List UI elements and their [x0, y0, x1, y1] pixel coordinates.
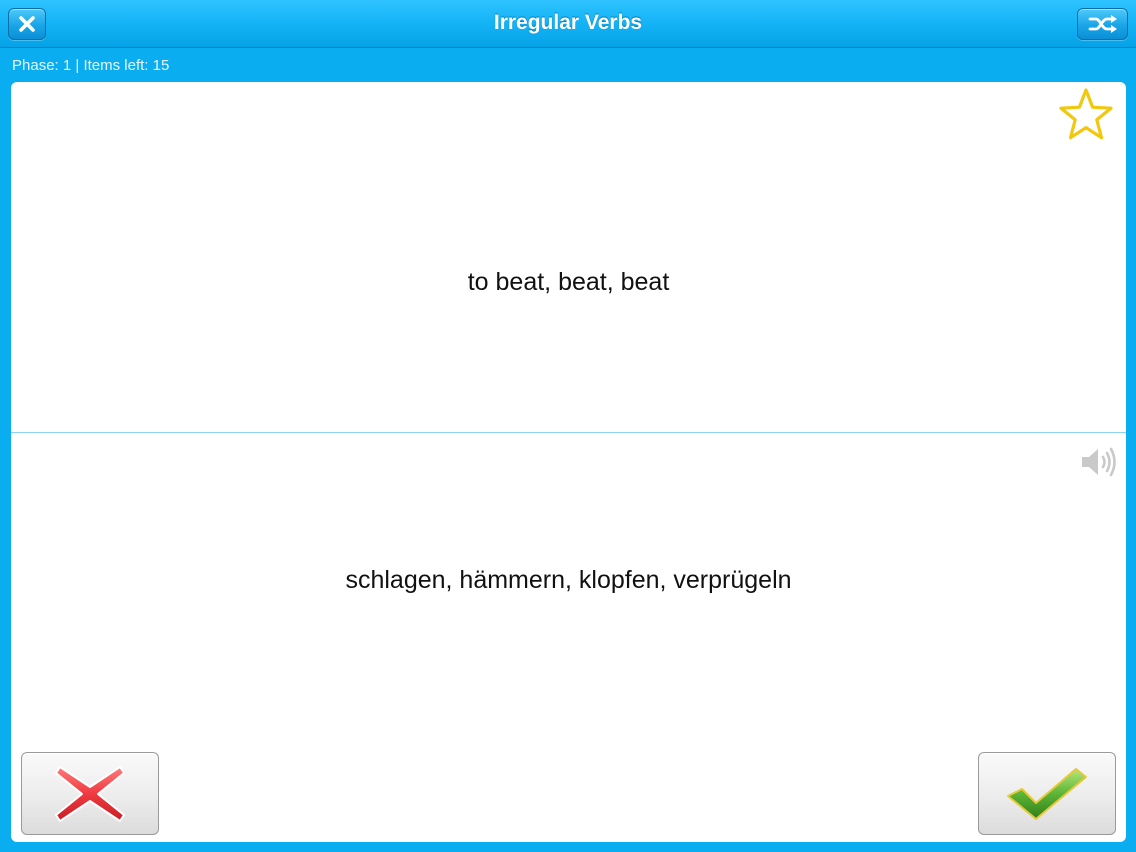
page-title: Irregular Verbs: [493, 11, 643, 34]
progress-status: Phase: 1 | Items left: 15: [12, 57, 170, 74]
wrong-answer-button[interactable]: [21, 752, 159, 835]
shuffle-icon: [1088, 15, 1117, 33]
card-front-text: to beat, beat, beat: [467, 268, 670, 296]
green-check-icon: [1007, 767, 1087, 820]
navigation-bar: Irregular Verbs: [0, 0, 1136, 48]
correct-answer-button[interactable]: [978, 752, 1116, 835]
card-back-text: schlagen, hämmern, klopfen, verprügeln: [345, 566, 792, 594]
flashcard: to beat, beat, beat schlagen, hämmern, k…: [11, 82, 1126, 842]
speaker-icon[interactable]: [1080, 446, 1120, 478]
red-x-icon: [55, 765, 125, 822]
card-divider: [11, 432, 1126, 433]
star-outline-icon[interactable]: [1057, 86, 1115, 144]
shuffle-button[interactable]: [1077, 8, 1128, 40]
